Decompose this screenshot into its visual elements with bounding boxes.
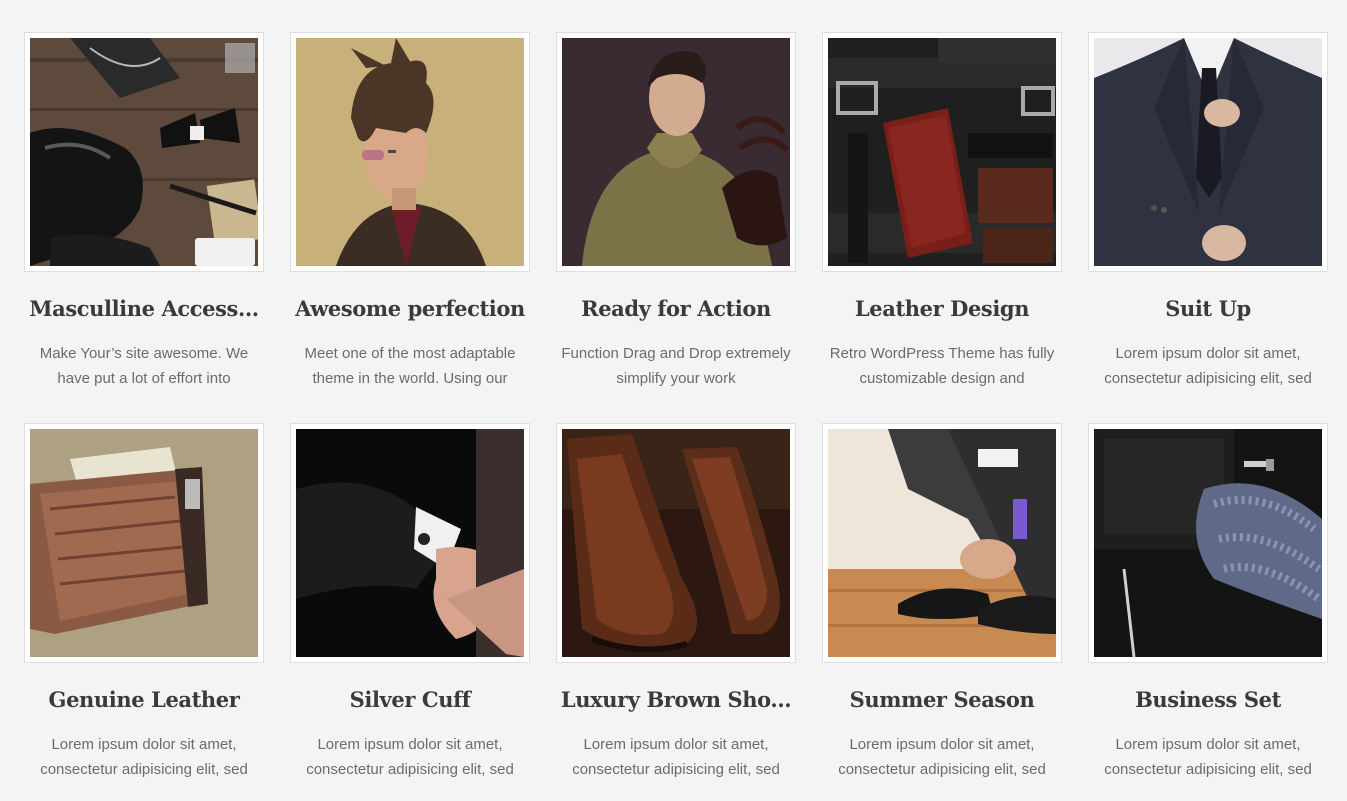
item-title[interactable]: Masculline Access... <box>24 296 264 321</box>
man-sunglasses-photo <box>296 38 524 266</box>
item-description: Meet one of the most adaptable theme in … <box>304 345 516 387</box>
portfolio-item: Genuine Leather Lorem ipsum dolor sit am… <box>24 423 264 793</box>
thumbnail-frame[interactable] <box>822 32 1062 272</box>
thumbnail-frame[interactable] <box>290 32 530 272</box>
portfolio-item: Silver Cuff Lorem ipsum dolor sit amet, … <box>290 423 530 793</box>
thumbnail-frame[interactable] <box>556 423 796 663</box>
croc-wallet-photo <box>30 429 258 657</box>
thumbnail-frame[interactable] <box>556 32 796 272</box>
item-description: Make Your’s site awesome. We have put a … <box>39 345 249 387</box>
item-title[interactable]: Ready for Action <box>556 296 796 321</box>
item-title[interactable]: Business Set <box>1088 687 1328 712</box>
item-title[interactable]: Awesome perfection <box>290 296 530 321</box>
portfolio-item: Masculline Access... Make Your’s site aw… <box>24 32 264 402</box>
item-title[interactable]: Suit Up <box>1088 296 1328 321</box>
suit-tie-photo <box>1094 38 1322 266</box>
leather-belts-photo <box>828 38 1056 266</box>
portfolio-grid: Masculline Access... Make Your’s site aw… <box>0 0 1347 801</box>
portfolio-item: Suit Up Lorem ipsum dolor sit amet, cons… <box>1088 32 1328 402</box>
item-description: Lorem ipsum dolor sit amet, consectetur … <box>306 736 514 778</box>
thumbnail-frame[interactable] <box>822 423 1062 663</box>
item-description: Retro WordPress Theme has fully customiz… <box>829 345 1055 387</box>
thumbnail-frame[interactable] <box>24 32 264 272</box>
item-title[interactable]: Luxury Brown Sho... <box>556 687 796 712</box>
item-description: Lorem ipsum dolor sit amet, consectetur … <box>838 736 1046 778</box>
thumbnail-frame[interactable] <box>290 423 530 663</box>
portfolio-item: Summer Season Lorem ipsum dolor sit amet… <box>822 423 1062 793</box>
item-description: Lorem ipsum dolor sit amet, consectetur … <box>1104 345 1312 387</box>
item-title[interactable]: Silver Cuff <box>290 687 530 712</box>
item-title[interactable]: Genuine Leather <box>24 687 264 712</box>
tying-shoes-photo <box>828 429 1056 657</box>
portfolio-item: Ready for Action Function Drag and Drop … <box>556 32 796 402</box>
thumbnail-frame[interactable] <box>24 423 264 663</box>
item-description: Lorem ipsum dolor sit amet, consectetur … <box>572 736 780 778</box>
business-set-photo <box>1094 429 1322 657</box>
item-title[interactable]: Summer Season <box>822 687 1062 712</box>
man-gloves-photo <box>562 38 790 266</box>
portfolio-item: Leather Design Retro WordPress Theme has… <box>822 32 1062 402</box>
portfolio-item: Business Set Lorem ipsum dolor sit amet,… <box>1088 423 1328 793</box>
item-description: Lorem ipsum dolor sit amet, consectetur … <box>1104 736 1312 778</box>
thumbnail-frame[interactable] <box>1088 32 1328 272</box>
accessories-photo <box>30 38 258 266</box>
item-title[interactable]: Leather Design <box>822 296 1062 321</box>
portfolio-item: Luxury Brown Sho... Lorem ipsum dolor si… <box>556 423 796 793</box>
brown-brogues-photo <box>562 429 790 657</box>
thumbnail-frame[interactable] <box>1088 423 1328 663</box>
item-description: Function Drag and Drop extremely simplif… <box>561 345 791 387</box>
shirt-cuff-photo <box>296 429 524 657</box>
portfolio-item: Awesome perfection Meet one of the most … <box>290 32 530 402</box>
item-description: Lorem ipsum dolor sit amet, consectetur … <box>40 736 248 778</box>
